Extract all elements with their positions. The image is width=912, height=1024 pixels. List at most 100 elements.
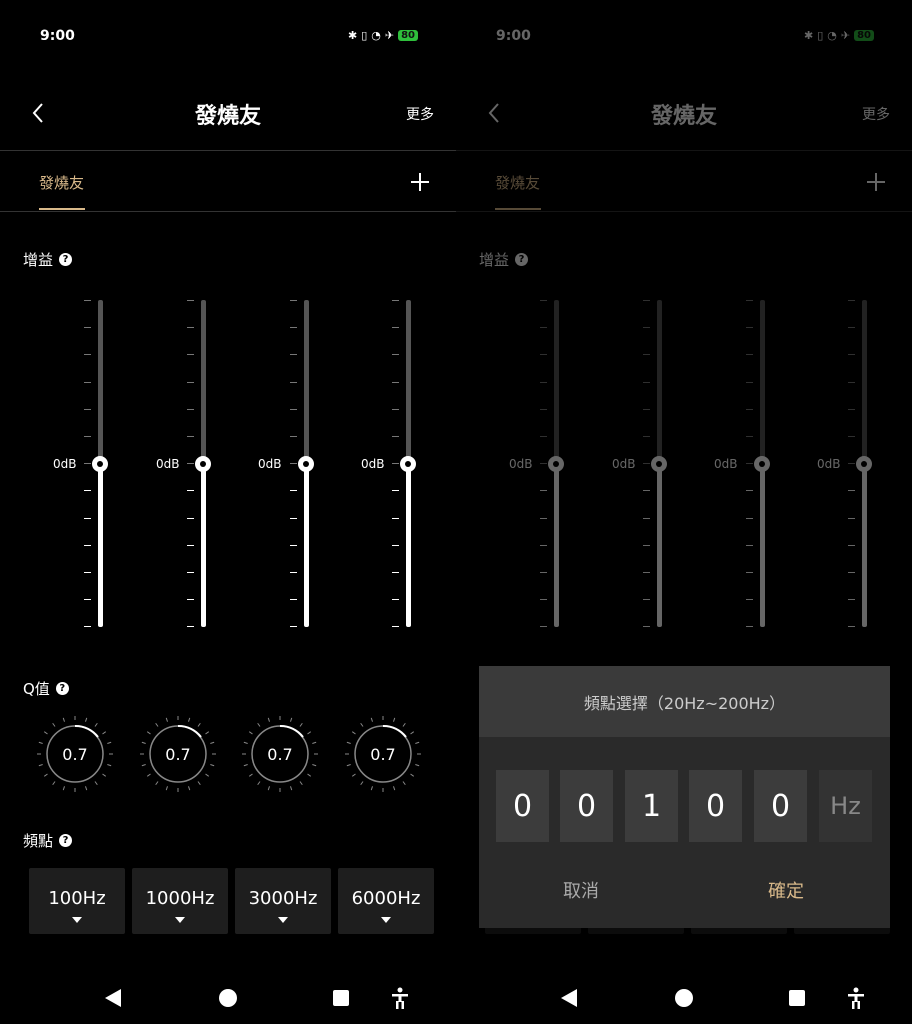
slider-tick	[392, 544, 399, 546]
digit-picker-3[interactable]: 1	[625, 770, 678, 842]
slider-tick	[187, 300, 194, 301]
nav-back-icon[interactable]	[105, 989, 121, 1007]
slider-tick	[84, 490, 91, 492]
slider-tick	[392, 327, 399, 329]
gain-slider-2[interactable]	[183, 300, 223, 630]
q-value: 0.7	[370, 744, 396, 764]
gain-slider-4[interactable]	[388, 300, 428, 630]
slider-tick	[290, 572, 297, 573]
slider-tick	[392, 626, 399, 628]
tab-indicator	[39, 208, 85, 210]
slider-tick	[84, 463, 91, 465]
slider-tick	[84, 381, 91, 383]
slider-tick	[84, 300, 91, 301]
wifi-icon: ◔	[371, 29, 381, 42]
freq-value: 3000Hz	[248, 888, 318, 909]
slider-tick	[290, 354, 297, 356]
slider-tick	[187, 463, 194, 465]
q-value: 0.7	[267, 744, 293, 764]
q-knob-4[interactable]: 0.7	[343, 714, 423, 794]
digit-picker-4[interactable]: 0	[689, 770, 742, 842]
gain-slider-1[interactable]	[80, 300, 120, 630]
digit-picker-1[interactable]: 0	[496, 770, 549, 842]
slider-tick	[187, 599, 194, 601]
freq-select-1[interactable]: 100Hz	[29, 868, 125, 934]
q-knob-1[interactable]: 0.7	[35, 714, 115, 794]
slider-tick	[187, 517, 194, 519]
slider-tick	[392, 381, 399, 383]
slider-thumb[interactable]	[195, 456, 211, 472]
slider-track-upper	[98, 300, 103, 463]
slider-track-lower	[201, 463, 206, 627]
caret-down-icon	[278, 917, 288, 923]
caret-down-icon	[175, 917, 185, 923]
slider-tick	[392, 490, 399, 492]
help-icon[interactable]: ?	[55, 682, 69, 695]
nav-home-icon[interactable]	[675, 989, 693, 1007]
nav-home-icon[interactable]	[219, 989, 237, 1007]
slider-track-upper	[304, 300, 309, 463]
divider	[0, 211, 456, 212]
vibrate-icon: ▯	[361, 29, 368, 42]
freq-section-label: 頻點 ?	[23, 830, 73, 851]
db-label: 0dB	[53, 457, 77, 471]
slider-tick	[290, 463, 297, 465]
slider-tick	[290, 599, 297, 601]
gain-label: 增益	[23, 251, 54, 269]
slider-tick	[392, 436, 399, 437]
accessibility-icon[interactable]	[846, 987, 866, 1009]
accessibility-icon[interactable]	[390, 987, 410, 1009]
slider-tick	[187, 436, 194, 437]
slider-tick	[84, 436, 91, 437]
caret-down-icon	[72, 917, 82, 923]
status-time: 9:00	[40, 28, 75, 44]
add-preset-button[interactable]	[408, 170, 432, 194]
freq-value: 100Hz	[48, 888, 106, 909]
slider-tick	[187, 572, 194, 573]
slider-tick	[84, 327, 91, 329]
equalizer-screen-dialog: 9:00 ✱ ▯ ◔ ✈ 80 發燒友 更多 發燒友 增益 ? 0dB 0dB …	[456, 0, 912, 1024]
slider-tick	[392, 463, 399, 465]
airplane-icon: ✈	[384, 29, 395, 42]
gain-section-label: 增益 ?	[23, 249, 73, 270]
slider-tick	[290, 381, 297, 383]
gain-slider-3[interactable]	[286, 300, 326, 630]
freq-label: 頻點	[23, 832, 54, 850]
slider-tick	[84, 408, 91, 410]
help-icon[interactable]: ?	[59, 253, 73, 266]
confirm-button[interactable]: 確定	[768, 877, 804, 903]
digit-picker-2[interactable]: 0	[560, 770, 613, 842]
freq-value: 1000Hz	[145, 888, 215, 909]
nav-recents-icon[interactable]	[789, 990, 805, 1006]
freq-select-2[interactable]: 1000Hz	[132, 868, 228, 934]
q-knob-3[interactable]: 0.7	[240, 714, 320, 794]
bluetooth-icon: ✱	[347, 29, 358, 42]
help-icon[interactable]: ?	[59, 834, 73, 847]
nav-back-icon[interactable]	[561, 989, 577, 1007]
slider-thumb[interactable]	[92, 456, 108, 472]
page-title: 發燒友	[194, 104, 261, 129]
cancel-button[interactable]: 取消	[563, 877, 599, 903]
system-nav-bar	[456, 986, 912, 1010]
slider-tick	[84, 354, 91, 356]
freq-select-4[interactable]: 6000Hz	[338, 868, 434, 934]
more-button[interactable]: 更多	[406, 104, 434, 124]
slider-tick	[392, 300, 399, 301]
frequency-picker-dialog: 頻點選擇（20Hz~200Hz） 0 0 1 0 0 Hz 取消 確定	[479, 666, 890, 928]
slider-tick	[392, 354, 399, 356]
unit-label: Hz	[819, 770, 872, 842]
tab-preset[interactable]: 發燒友	[39, 172, 84, 193]
slider-thumb[interactable]	[400, 456, 416, 472]
freq-select-3[interactable]: 3000Hz	[235, 868, 331, 934]
nav-recents-icon[interactable]	[333, 990, 349, 1006]
slider-tick	[290, 517, 297, 519]
slider-tick	[392, 572, 399, 573]
battery-level: 80	[398, 30, 418, 41]
db-label: 0dB	[156, 457, 180, 471]
slider-thumb[interactable]	[298, 456, 314, 472]
slider-tick	[290, 544, 297, 546]
digit-picker-5[interactable]: 0	[754, 770, 807, 842]
q-knob-2[interactable]: 0.7	[138, 714, 218, 794]
slider-tick	[187, 327, 194, 329]
dialog-title: 頻點選擇（20Hz~200Hz）	[479, 666, 890, 737]
